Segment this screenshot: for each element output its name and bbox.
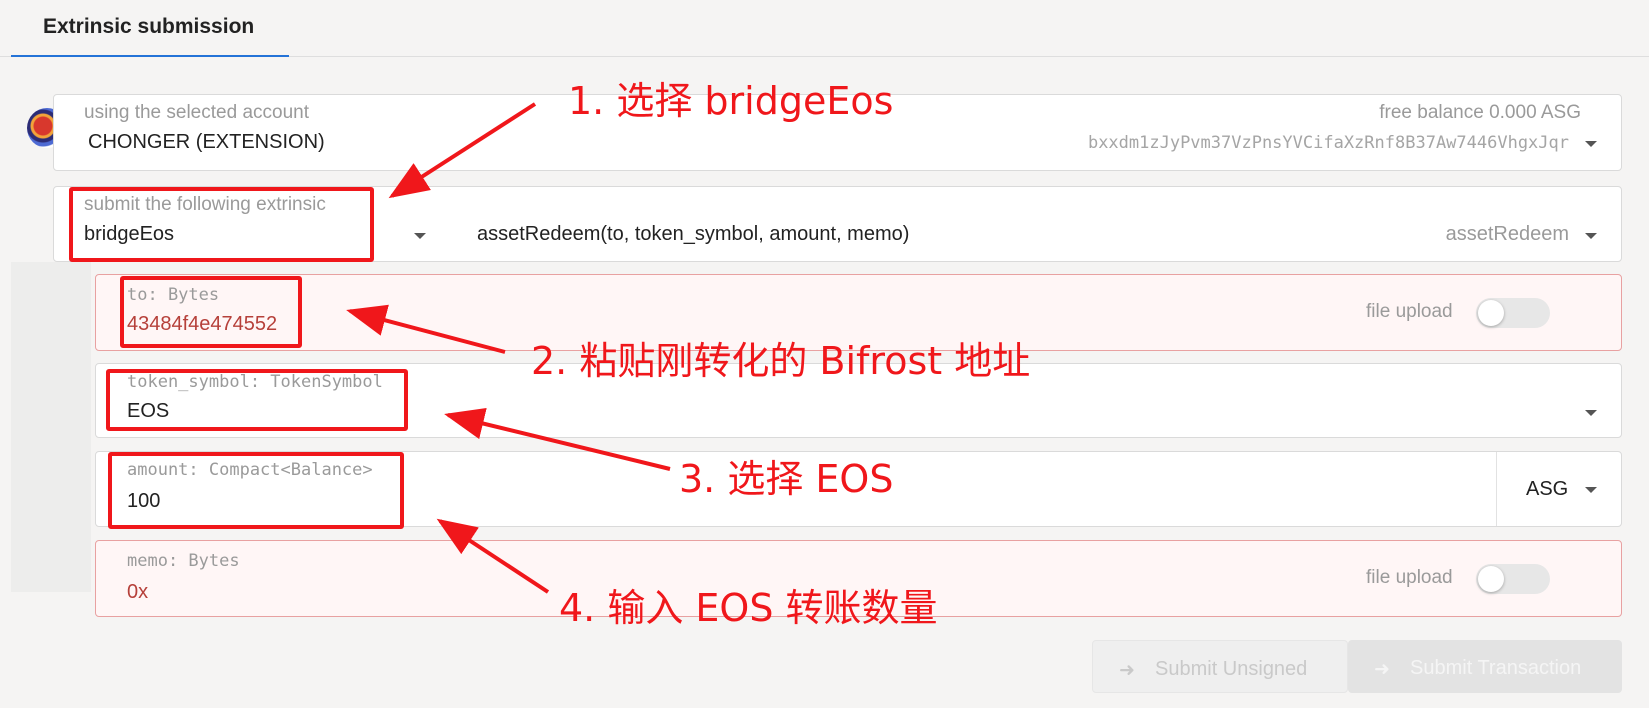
arrow-1: [388, 102, 537, 199]
annotation-3: 3. 选择 EOS: [679, 457, 894, 501]
annotation-2: 2. 粘贴刚转化的 Bifrost 地址: [531, 339, 1031, 383]
arrow-3: [444, 407, 671, 471]
arrow-2: [346, 304, 506, 354]
annotation-1: 1. 选择 bridgeEos: [568, 79, 894, 123]
annotation-4: 4. 输入 EOS 转账数量: [559, 586, 938, 630]
arrow-4: [436, 518, 550, 594]
